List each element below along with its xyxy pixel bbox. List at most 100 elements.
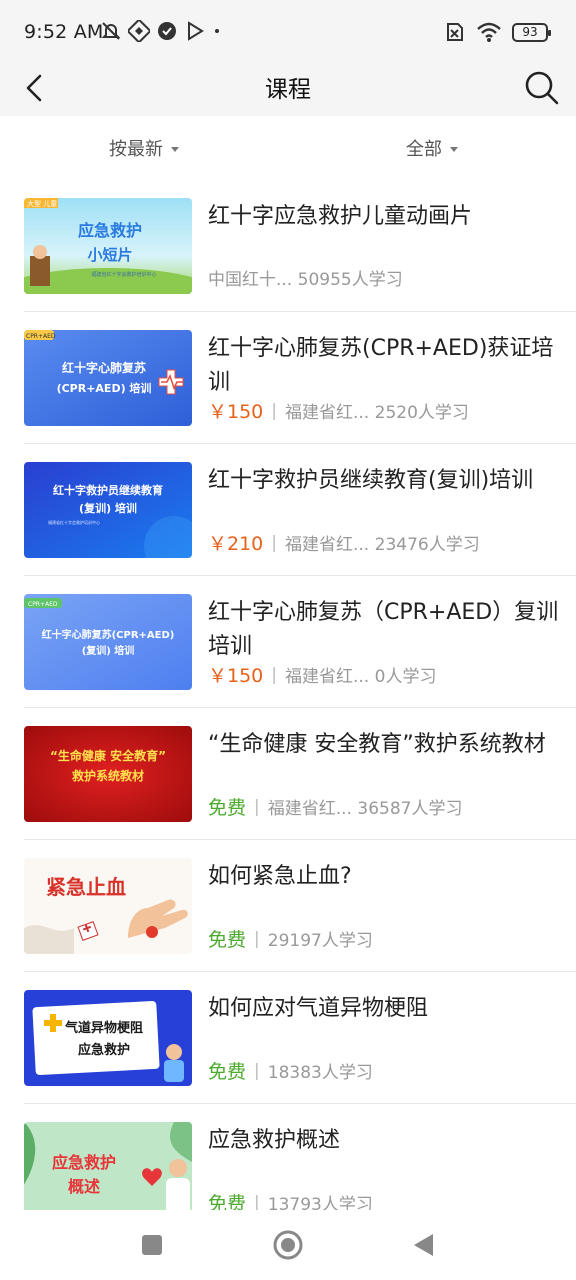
course-price: 免费: [208, 1061, 247, 1083]
course-price: ￥150: [208, 401, 264, 423]
course-thumbnail: 紧急止血: [24, 858, 192, 954]
caret-down-icon: [450, 146, 458, 152]
course-meta: 免费 | 18383人学习: [208, 1057, 373, 1084]
course-meta: ￥150 | 福建省红... 2520人学习: [208, 397, 469, 424]
thumb-sub: 福建省红十字会救护培训中心: [91, 271, 156, 278]
thumb-line2: (复训) 培训: [79, 501, 137, 515]
course-thumbnail: “生命健康 安全教育” 救护系统教材: [24, 726, 192, 822]
course-source: 福建省红...: [285, 535, 370, 555]
system-indicators: 93: [442, 19, 551, 45]
course-thumbnail: 气道异物梗阻 应急救护: [24, 990, 192, 1086]
search-icon: [525, 71, 559, 105]
course-item[interactable]: 应急救护 概述 应急救护概述 免费 | 13793人学习: [0, 1104, 576, 1210]
course-title: 红十字救护员继续教育(复训)培训: [208, 468, 534, 493]
thumb-line1: 气道异物梗阻: [65, 1020, 143, 1036]
course-learners: 36587人学习: [357, 799, 463, 819]
category-filter-label: 全部: [406, 139, 442, 160]
course-item[interactable]: “生命健康 安全教育” 救护系统教材 “生命健康 安全教育”救护系统教材 免费 …: [0, 708, 576, 840]
thumb-line2: (CPR+AED) 培训: [57, 381, 152, 395]
system-back-button[interactable]: [404, 1225, 444, 1265]
course-item[interactable]: 红十字救护员继续教育 (复训) 培训 福建省红十字会救护培训中心 红十字救护员继…: [0, 444, 576, 576]
app-notification-icon: [128, 20, 150, 42]
thumb-line1: 应急救护: [52, 1153, 116, 1172]
sort-filter[interactable]: 按最新: [0, 116, 288, 180]
dot-icon: [215, 29, 219, 33]
course-learners: 50955人学习: [297, 270, 403, 290]
meta-divider: |: [271, 532, 277, 553]
course-source: 福建省红...: [285, 667, 370, 687]
thumb-line1: 红十字心肺复苏(CPR+AED): [42, 628, 175, 641]
status-time: 9:52 AM: [24, 21, 104, 43]
course-price: ￥210: [208, 533, 264, 555]
status-bar: 9:52 AM 93: [0, 0, 576, 62]
thumb-line2: 应急救护: [78, 1042, 130, 1058]
thumb-top-label: 大型 儿童: [27, 199, 57, 208]
page-title: 课程: [265, 77, 311, 103]
thumb-line1: “生命健康 安全教育”: [50, 748, 166, 763]
course-title: 应急救护概述: [208, 1128, 341, 1153]
battery-level: 93: [522, 25, 538, 39]
thumb-line1: 应急救护: [78, 221, 142, 240]
thumb-line2: 概述: [68, 1177, 100, 1196]
course-title: “生命健康 安全教育”救护系统教材: [208, 732, 546, 757]
course-meta: 免费 | 福建省红... 36587人学习: [208, 793, 462, 820]
course-learners: 29197人学习: [267, 931, 373, 951]
sim-off-icon: [447, 23, 463, 41]
course-source: 福建省红...: [285, 403, 370, 423]
course-title: 红十字应急救护儿童动画片: [208, 204, 473, 229]
meta-divider: |: [254, 796, 260, 817]
meta-divider: |: [254, 928, 260, 949]
triangle-back-icon: [414, 1234, 433, 1256]
battery-icon: 93: [512, 22, 551, 42]
course-item[interactable]: 紧急止血 如何紧急止血? 免费 | 29197人学习: [0, 840, 576, 972]
course-thumbnail: 红十字救护员继续教育 (复训) 培训 福建省红十字会救护培训中心: [24, 462, 192, 558]
sort-filter-label: 按最新: [109, 139, 163, 160]
course-price: 免费: [208, 797, 247, 819]
course-title: 如何紧急止血?: [208, 864, 352, 889]
square-icon: [142, 1235, 162, 1255]
meta-divider: |: [271, 664, 277, 685]
thumb-line1: 红十字救护员继续教育: [53, 483, 163, 497]
course-price: 免费: [208, 1193, 247, 1210]
course-item[interactable]: 气道异物梗阻 应急救护 如何应对气道异物梗阻 免费 | 18383人学习: [0, 972, 576, 1104]
course-meta: 中国红十... 50955人学习: [208, 265, 403, 290]
thumb-line2: 小短片: [87, 246, 132, 264]
home-button[interactable]: [268, 1225, 308, 1265]
verified-icon: [158, 22, 176, 40]
course-learners: 23476人学习: [374, 535, 480, 555]
course-thumbnail: 应急救护 概述: [24, 1122, 192, 1210]
thumb-sub: 福建省红十字会救护培训中心: [48, 519, 100, 525]
thumb-top-label: CPR+AED: [28, 601, 58, 608]
recent-apps-button[interactable]: [132, 1225, 172, 1265]
thumb-line1: 红十字心肺复苏: [62, 360, 146, 375]
course-meta: 免费 | 29197人学习: [208, 925, 373, 952]
caret-down-icon: [171, 146, 179, 152]
course-title: 红十字心肺复苏（CPR+AED）复训培训: [208, 600, 559, 659]
thumb-line2: (复训) 培训: [82, 644, 135, 657]
filter-bar: 按最新 全部: [0, 116, 576, 180]
course-meta: ￥150 | 福建省红... 0人学习: [208, 661, 436, 688]
wifi-icon: [477, 22, 501, 42]
course-title: 如何应对气道异物梗阻: [208, 996, 429, 1021]
course-learners: 18383人学习: [267, 1063, 373, 1083]
course-item[interactable]: CPR+AED 红十字心肺复苏 (CPR+AED) 培训 红十字心肺复苏(CPR…: [0, 312, 576, 444]
course-learners: 0人学习: [374, 667, 437, 687]
course-learners: 13793人学习: [267, 1195, 373, 1210]
course-meta: 免费 | 13793人学习: [208, 1189, 373, 1211]
meta-divider: |: [254, 1060, 260, 1081]
course-meta: ￥210 | 福建省红... 23476人学习: [208, 529, 480, 556]
play-store-icon: [188, 21, 204, 41]
course-learners: 2520人学习: [374, 403, 469, 423]
course-item[interactable]: 大型 儿童 应急救护 小短片 福建省红十字会救护培训中心 红十字应急救护儿童动画…: [0, 180, 576, 312]
course-price: ￥150: [208, 665, 264, 687]
circle-icon: [273, 1230, 303, 1260]
category-filter[interactable]: 全部: [288, 116, 576, 180]
course-thumbnail: CPR+AED 红十字心肺复苏(CPR+AED) (复训) 培训: [24, 594, 192, 690]
course-item[interactable]: CPR+AED 红十字心肺复苏(CPR+AED) (复训) 培训 红十字心肺复苏…: [0, 576, 576, 708]
meta-divider: |: [271, 400, 277, 421]
notification-icons: [100, 19, 222, 43]
course-title: 红十字心肺复苏(CPR+AED)获证培训: [208, 336, 554, 395]
system-nav-bar: [0, 1210, 576, 1280]
thumb-line2: 救护系统教材: [72, 768, 144, 783]
search-button[interactable]: [520, 66, 564, 110]
